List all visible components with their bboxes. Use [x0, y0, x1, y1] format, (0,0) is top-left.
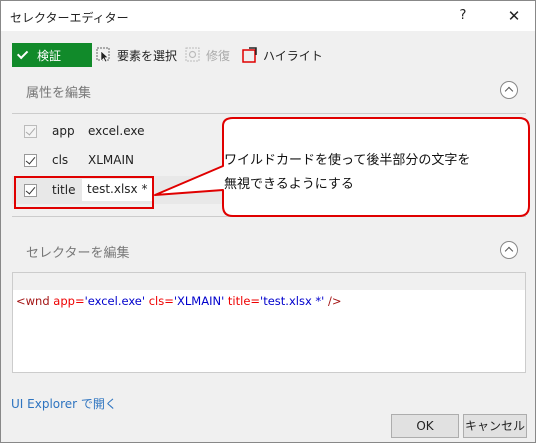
repair-icon [185, 47, 201, 63]
highlight-icon [242, 47, 258, 63]
cancel-button[interactable]: キャンセル [463, 414, 527, 438]
selector-tag-close: /> [324, 294, 342, 308]
ok-button[interactable]: OK [391, 414, 459, 438]
toolbar: 検証 要素を選択 修復 ハイライト [1, 39, 535, 69]
selector-attr-cls: cls= [145, 294, 174, 308]
collapse-selector-button[interactable] [500, 241, 518, 259]
selector-editor-textbox[interactable]: <wnd app='excel.exe' cls='XLMAIN' title=… [12, 272, 526, 373]
attribute-checkbox-app[interactable] [24, 124, 37, 138]
validate-label: 検証 [37, 48, 62, 63]
attribute-value: XLMAIN [88, 153, 134, 167]
repair-label: 修復 [206, 48, 231, 63]
select-element-button[interactable]: 要素を選択 [96, 43, 177, 67]
attribute-checkbox-cls[interactable] [24, 153, 37, 167]
window-title: セレクターエディター [10, 11, 129, 25]
selector-tag-open: <wnd [16, 294, 54, 308]
attribute-value: excel.exe [88, 124, 145, 138]
select-element-label: 要素を選択 [117, 48, 178, 63]
edit-selector-title: セレクターを編集 [26, 246, 130, 261]
validate-button[interactable]: 検証 [12, 43, 92, 67]
help-button[interactable]: ? [451, 6, 475, 26]
collapse-attributes-button[interactable] [500, 81, 518, 99]
selector-code: <wnd app='excel.exe' cls='XLMAIN' title=… [16, 294, 342, 308]
open-ui-explorer-link[interactable]: UI Explorer で開く [11, 395, 117, 412]
edit-attributes-title: 属性を編集 [26, 86, 92, 101]
callout-line-1: ワイルドカードを使って後半部分の文字を [224, 153, 471, 168]
attribute-name: app [52, 124, 75, 138]
attribute-name: cls [52, 153, 69, 167]
selector-value-app: 'excel.exe' [84, 294, 146, 308]
title-bar: セレクターエディター ? ✕ [1, 1, 535, 31]
selector-attr-app: app= [53, 294, 85, 308]
callout-line-2: 無視できるようにする [224, 177, 354, 192]
cursor-select-icon [96, 47, 112, 63]
check-icon [16, 47, 29, 60]
highlight-label: ハイライト [263, 48, 323, 63]
selector-panel-header [13, 273, 525, 290]
callout-text: ワイルドカードを使って後半部分の文字を 無視できるようにする [224, 149, 514, 197]
title-row-highlight-box [14, 176, 154, 209]
selector-value-title: 'test.xlsx *' [260, 294, 325, 308]
selector-editor-window: セレクターエディター ? ✕ 検証 要素を選択 修復 ハイライト 属性を編集 a… [0, 0, 536, 443]
repair-button[interactable]: 修復 [185, 43, 230, 67]
selector-value-cls: 'XLMAIN' [173, 294, 225, 308]
selector-attr-title: title= [224, 294, 261, 308]
highlight-button[interactable]: ハイライト [242, 43, 323, 67]
close-button[interactable]: ✕ [501, 5, 527, 27]
